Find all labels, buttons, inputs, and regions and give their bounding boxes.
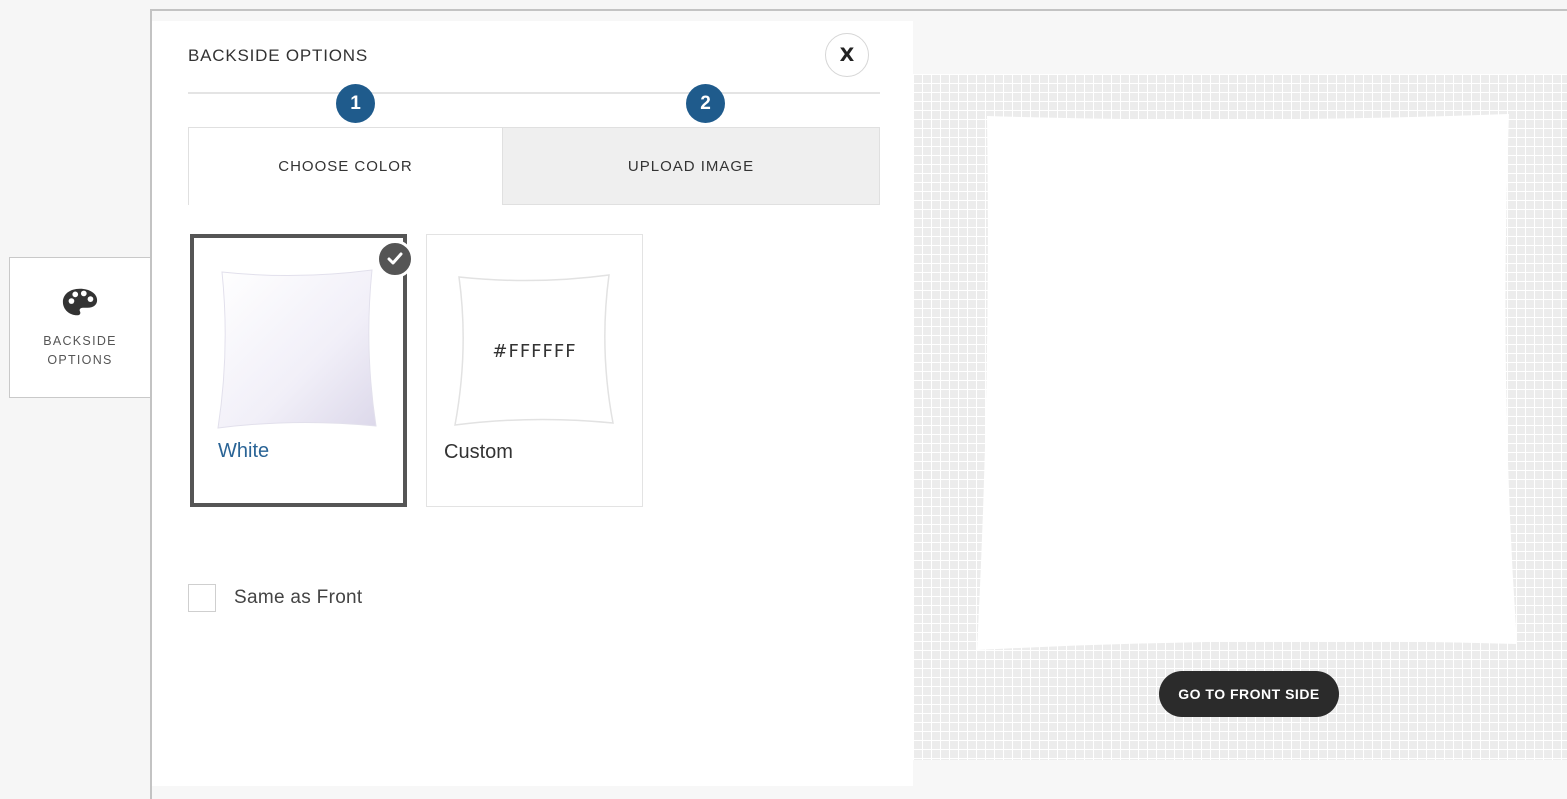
backside-options-tab-label: BACKSIDE OPTIONS (43, 333, 117, 367)
step-badge-2: 2 (686, 84, 725, 123)
step-badge-1: 1 (336, 84, 375, 123)
swatch-white[interactable]: White (190, 234, 407, 507)
swatch-custom[interactable]: #FFFFFF Custom (426, 234, 643, 507)
back-pillow-preview (977, 114, 1517, 650)
tab-choose-color[interactable]: CHOOSE COLOR (189, 128, 502, 205)
custom-hex-value: #FFFFFF (492, 341, 577, 362)
white-pillow-image (217, 269, 377, 429)
tab-upload-image[interactable]: UPLOAD IMAGE (502, 128, 879, 205)
swatch-white-label: White (218, 440, 270, 462)
close-button[interactable]: X (825, 33, 869, 77)
preview-canvas (913, 74, 1567, 760)
same-as-front-option[interactable]: Same as Front (188, 584, 363, 612)
backside-tabs: CHOOSE COLOR UPLOAD IMAGE (188, 127, 880, 205)
same-as-front-checkbox[interactable] (188, 584, 216, 612)
panel-title: BACKSIDE OPTIONS (188, 46, 369, 65)
same-as-front-label: Same as Front (234, 587, 363, 608)
swatch-custom-label: Custom (444, 441, 513, 463)
selected-check-icon (376, 240, 414, 278)
palette-icon (62, 288, 98, 315)
go-to-front-side-button[interactable]: GO TO FRONT SIDE (1159, 671, 1339, 717)
title-divider (188, 92, 880, 94)
backside-options-tab[interactable]: BACKSIDE OPTIONS (9, 257, 150, 398)
